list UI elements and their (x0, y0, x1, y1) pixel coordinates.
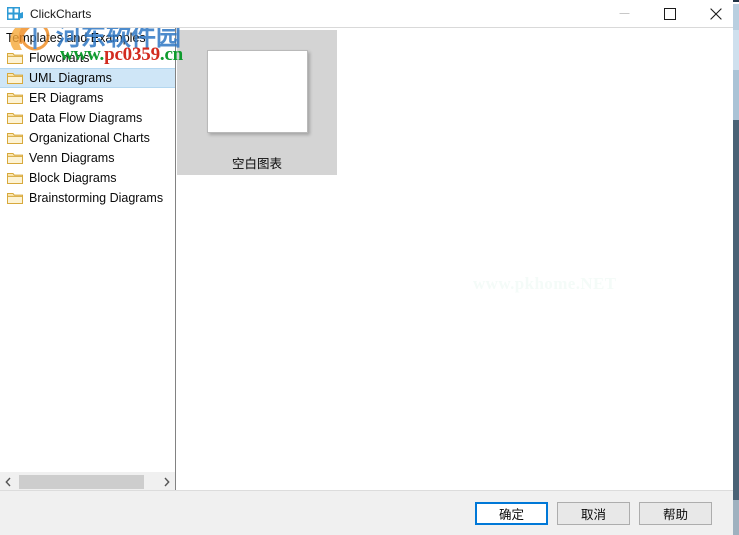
template-thumbnail-pane[interactable]: 空白图表 www.pkhome.NET (177, 28, 739, 490)
ok-button[interactable]: 确定 (475, 502, 548, 525)
tree-root-node[interactable]: Templates and Examples (0, 28, 175, 48)
folder-icon (7, 52, 23, 64)
folder-icon (7, 152, 23, 164)
folder-icon (7, 172, 23, 184)
sidebar-item-brainstorming-diagrams[interactable]: Brainstorming Diagrams (0, 188, 175, 208)
sidebar-item-label: UML Diagrams (29, 71, 112, 85)
minimize-button[interactable] (601, 0, 647, 27)
template-thumbnail-image (206, 50, 308, 133)
clickcharts-new-chart-dialog: ClickCharts 河东软件园 www.pc0359.cn Template… (0, 0, 739, 535)
scrollbar-track[interactable] (17, 473, 158, 490)
center-faint-watermark: www.pkhome.NET (473, 274, 617, 293)
folder-icon (7, 132, 23, 144)
sidebar-horizontal-scrollbar[interactable] (0, 472, 175, 490)
sidebar-item-block-diagrams[interactable]: Block Diagrams (0, 168, 175, 188)
sidebar-item-data-flow-diagrams[interactable]: Data Flow Diagrams (0, 108, 175, 128)
category-tree[interactable]: Templates and Examples Flowcharts UML Di… (0, 28, 175, 472)
sidebar-item-label: Venn Diagrams (29, 151, 115, 165)
sidebar-item-uml-diagrams[interactable]: UML Diagrams (0, 68, 175, 88)
template-item-label: 空白图表 (231, 157, 282, 171)
sidebar-item-er-diagrams[interactable]: ER Diagrams (0, 88, 175, 108)
folder-icon (7, 92, 23, 104)
sidebar-item-flowcharts[interactable]: Flowcharts (0, 48, 175, 68)
tree-root-label: Templates and Examples (6, 31, 146, 45)
sidebar-item-label: Block Diagrams (29, 171, 117, 185)
sidebar-item-label: Data Flow Diagrams (29, 111, 143, 125)
sidebar-item-label: ER Diagrams (29, 91, 104, 105)
dialog-footer: 确定 取消 帮助 (0, 490, 739, 535)
window-right-edge-line (733, 0, 734, 535)
sidebar-item-label: Brainstorming Diagrams (29, 191, 164, 205)
scroll-left-arrow-icon[interactable] (0, 473, 17, 490)
dialog-body: Templates and Examples Flowcharts UML Di… (0, 28, 739, 490)
category-sidebar: Templates and Examples Flowcharts UML Di… (0, 28, 176, 490)
scroll-right-arrow-icon[interactable] (158, 473, 175, 490)
title-bar-left: ClickCharts (7, 0, 91, 28)
scrollbar-thumb[interactable] (19, 475, 144, 489)
template-item-blank-chart[interactable]: 空白图表 (177, 30, 337, 175)
maximize-button[interactable] (647, 0, 693, 27)
sidebar-item-organizational-charts[interactable]: Organizational Charts (0, 128, 175, 148)
cancel-button[interactable]: 取消 (557, 502, 630, 525)
close-button[interactable] (693, 0, 739, 27)
help-button[interactable]: 帮助 (639, 502, 712, 525)
footer-button-row: 确定 取消 帮助 (475, 502, 712, 525)
sidebar-item-label: Flowcharts (29, 51, 90, 65)
sidebar-item-label: Organizational Charts (29, 131, 150, 145)
title-bar: ClickCharts (0, 0, 739, 28)
window-controls (601, 0, 739, 27)
clickcharts-app-icon (7, 6, 23, 22)
sidebar-item-venn-diagrams[interactable]: Venn Diagrams (0, 148, 175, 168)
window-title: ClickCharts (30, 7, 92, 21)
folder-icon (7, 112, 23, 124)
folder-icon (7, 72, 23, 84)
folder-icon (7, 192, 23, 204)
